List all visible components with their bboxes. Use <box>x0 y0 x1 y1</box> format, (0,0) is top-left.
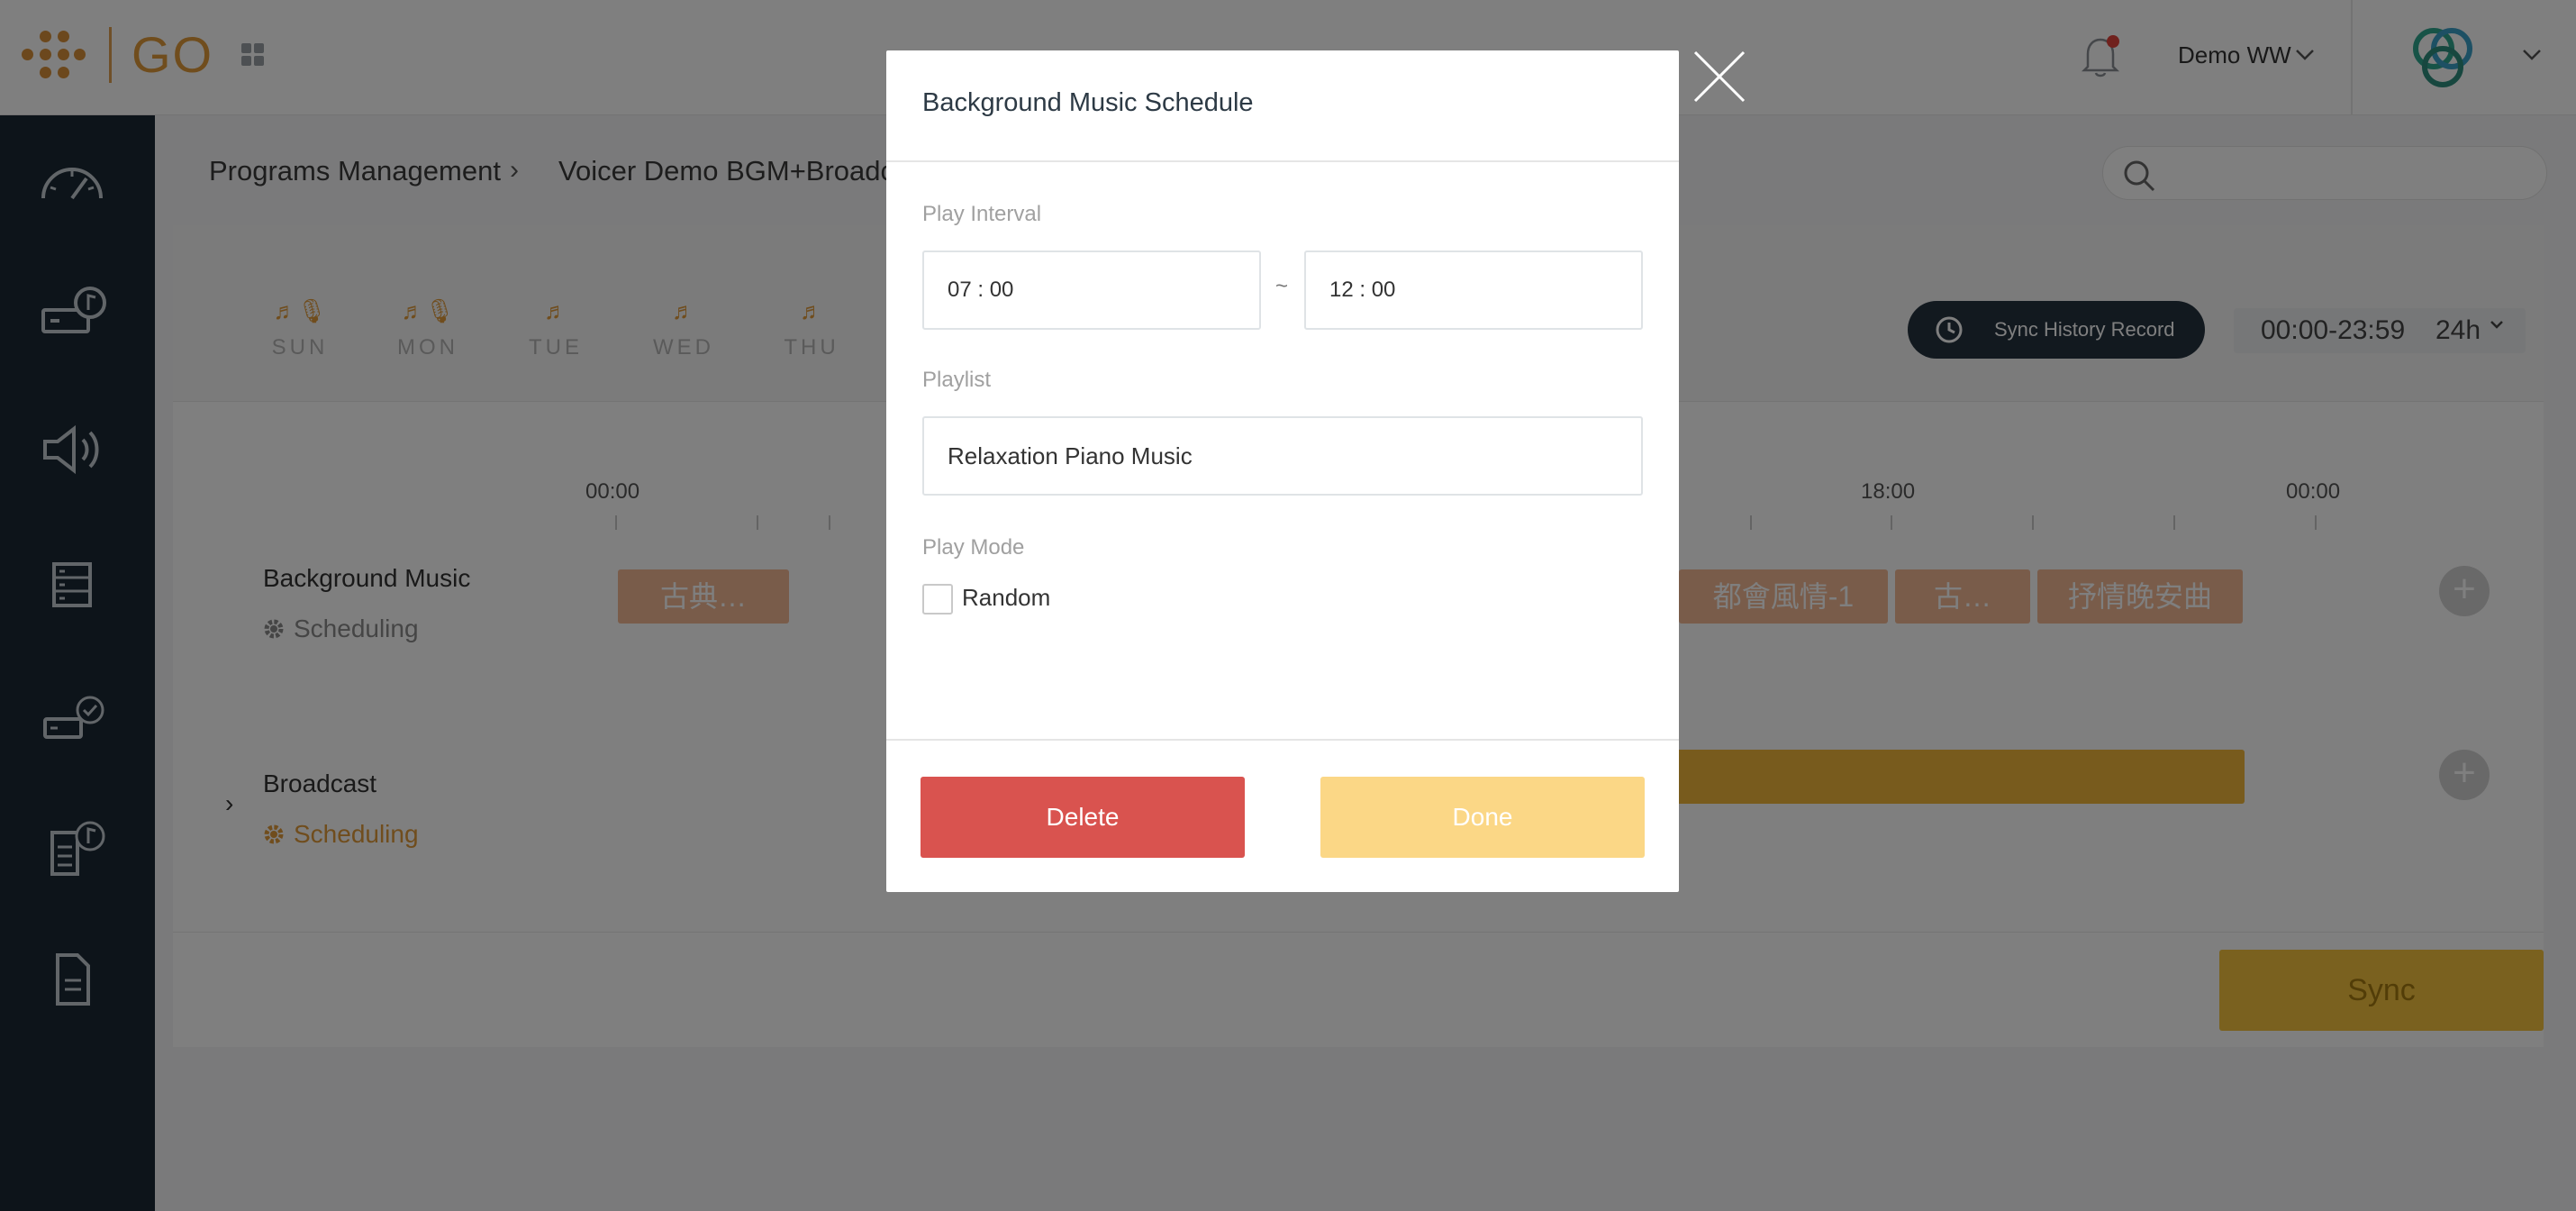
background-music-schedule-dialog: Background Music Schedule Play Interval … <box>886 50 1679 892</box>
play-mode-label: Play Mode <box>922 535 1025 560</box>
done-button[interactable]: Done <box>1320 777 1645 858</box>
random-checkbox[interactable] <box>922 584 953 615</box>
random-label[interactable]: Random <box>962 584 1050 612</box>
playlist-label: Playlist <box>922 368 992 392</box>
delete-button[interactable]: Delete <box>921 777 1245 858</box>
start-time-input[interactable]: 07 : 00 <box>922 250 1261 330</box>
end-time-input[interactable]: 12 : 00 <box>1304 250 1643 330</box>
dialog-title: Background Music Schedule <box>922 88 1254 117</box>
close-icon[interactable] <box>1690 47 1749 106</box>
divider <box>886 739 1679 741</box>
divider <box>886 160 1679 162</box>
interval-separator: ~ <box>1275 274 1289 298</box>
playlist-select[interactable]: Relaxation Piano Music <box>922 416 1643 496</box>
play-interval-label: Play Interval <box>922 202 1042 226</box>
